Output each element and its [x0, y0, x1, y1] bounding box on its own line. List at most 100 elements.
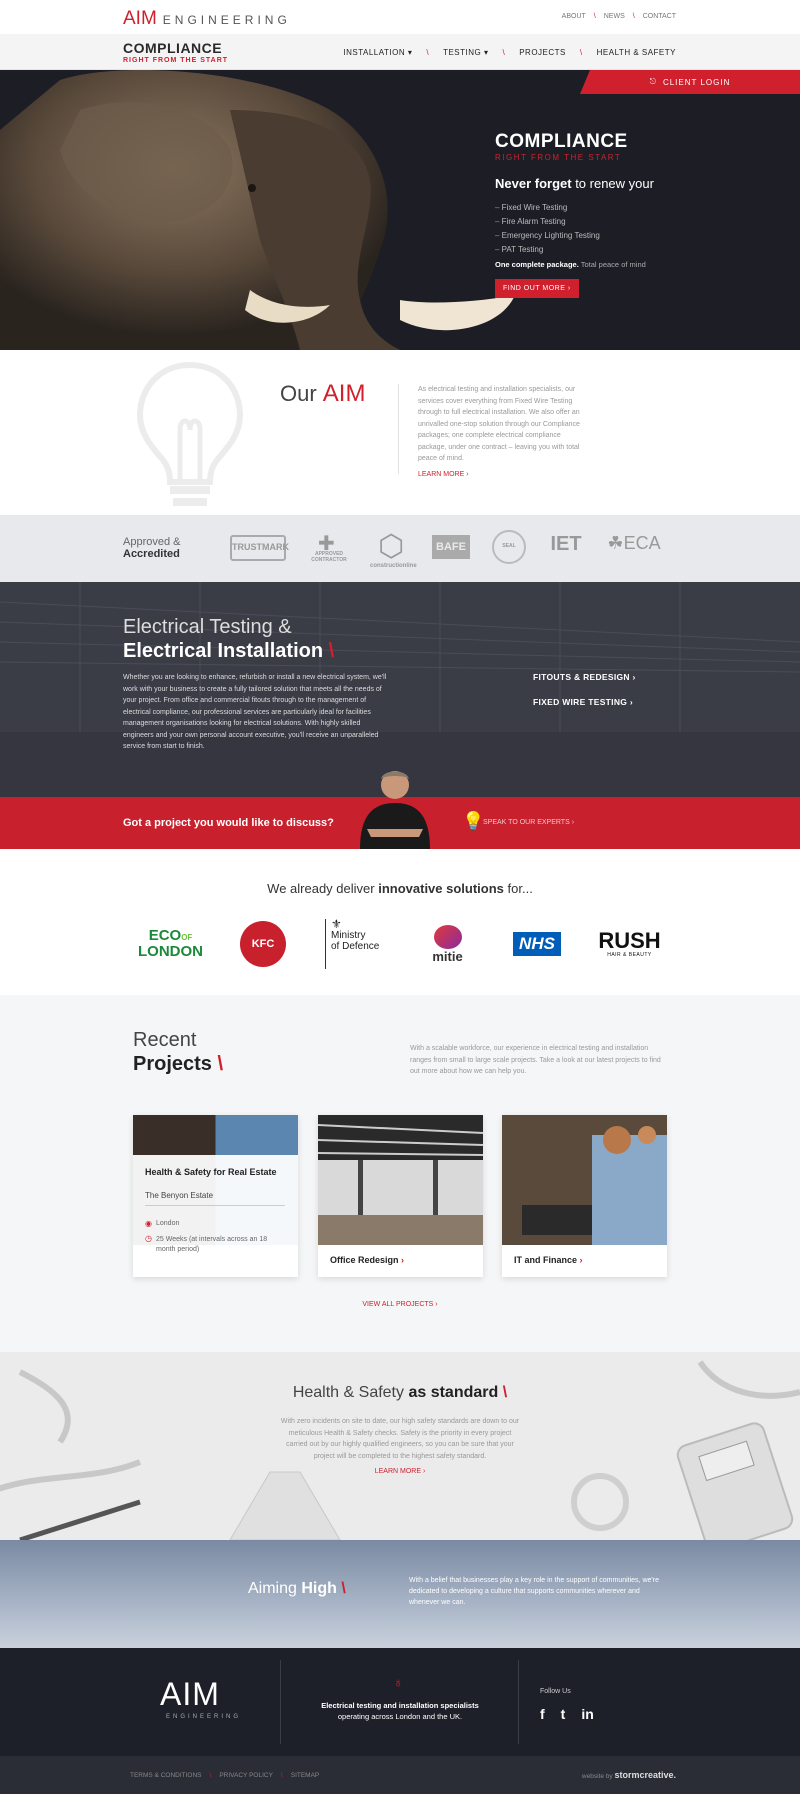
hero-headline: Never forget to renew your: [495, 176, 654, 191]
electrical-title-line2: Electrical Installation \: [123, 640, 335, 662]
nav-item-projects[interactable]: PROJECTS: [519, 48, 566, 57]
health-learn-more-link[interactable]: LEARN MORE ›: [0, 1468, 800, 1475]
fixed-wire-testing-link[interactable]: FIXED WIRE TESTING ›: [533, 697, 633, 707]
bafe-logo: BAFE: [432, 535, 470, 559]
facebook-icon[interactable]: f: [540, 1706, 545, 1722]
lightbulb-icon: [136, 361, 244, 506]
seal-logo: SEAL: [492, 530, 526, 564]
ministry-of-defence-logo: ⚜ Ministry of Defence: [325, 918, 385, 969]
projects-section: Recent Projects \ With a scalable workfo…: [0, 995, 800, 1352]
login-icon: ⎋: [649, 77, 657, 86]
project-image: [502, 1115, 667, 1245]
nav-items: INSTALLATION ▾ \ TESTING ▾ \ PROJECTS \ …: [343, 48, 676, 57]
clients-heading: We already deliver innovative solutions …: [267, 881, 533, 896]
project-card[interactable]: Health & Safety for Real Estate The Beny…: [133, 1115, 298, 1277]
footer: AIM ENGINEERING ♁ Electrical testing and…: [0, 1648, 800, 1756]
project-subtitle: The Benyon Estate: [145, 1191, 214, 1200]
project-title: Office Redesign ›: [330, 1255, 405, 1265]
divider: [398, 384, 399, 474]
health-safety-title: Health & Safety as standard \: [292, 1384, 508, 1401]
our-aim-title: Our AIM: [280, 380, 366, 407]
main-nav: COMPLIANCE RIGHT FROM THE START INSTALLA…: [0, 34, 800, 70]
top-bar: AIM ENGINEERING ABOUT \ NEWS \ CONTACT: [0, 0, 800, 34]
top-link-about[interactable]: ABOUT: [562, 13, 586, 20]
project-image: [318, 1115, 483, 1245]
project-location: London: [156, 1220, 180, 1227]
website-credit[interactable]: website by stormcreative.: [582, 1770, 676, 1780]
terms-link[interactable]: TERMS & CONDITIONS: [130, 1772, 202, 1779]
eca-logo: ☘ECA: [607, 533, 661, 553]
nav-item-testing[interactable]: TESTING ▾: [443, 48, 488, 57]
location-pin-icon: ◉: [145, 1219, 152, 1228]
clients-section: We already deliver innovative solutions …: [0, 849, 800, 995]
aiming-high-title: Aiming High \: [248, 1580, 346, 1597]
hero-brand: COMPLIANCE: [495, 131, 628, 152]
view-all-projects-link[interactable]: VIEW ALL PROJECTS ›: [0, 1301, 800, 1308]
project-card[interactable]: Office Redesign ›: [318, 1115, 483, 1277]
top-link-news[interactable]: NEWS: [604, 13, 625, 20]
accreditations-label: Approved & Accredited: [123, 536, 181, 560]
elephant-image: [0, 70, 515, 350]
page: AIM ENGINEERING ABOUT \ NEWS \ CONTACT CO…: [0, 0, 800, 1794]
hero-banner: ⎋ CLIENT LOGIN COMPLIANCE RIGHT FROM THE…: [0, 70, 800, 350]
discuss-question: Got a project you would like to discuss?: [123, 817, 334, 829]
linkedin-icon[interactable]: in: [581, 1706, 593, 1722]
eco-of-london-logo: ECOOF LONDON: [138, 927, 203, 960]
footer-tagline: Electrical testing and installation spec…: [321, 1701, 479, 1721]
project-title: IT and Finance ›: [514, 1255, 583, 1265]
find-out-more-button[interactable]: FIND OUT MORE ›: [495, 279, 579, 298]
hero-brand-sub: RIGHT FROM THE START: [495, 153, 622, 162]
divider: [518, 1660, 519, 1744]
site-logo[interactable]: AIM ENGINEERING: [123, 8, 291, 30]
list-item: Fixed Wire Testing: [495, 203, 695, 212]
top-links: ABOUT \ NEWS \ CONTACT: [561, 13, 676, 20]
health-safety-section: Health & Safety as standard \ With zero …: [0, 1352, 800, 1540]
clock-icon: ◷: [145, 1234, 152, 1243]
aiming-high-section: Aiming High \ With a belief that busines…: [0, 1540, 800, 1648]
legal-links: TERMS & CONDITIONS \ PRIVACY POLICY \ SI…: [130, 1772, 320, 1779]
electrical-title-line1: Electrical Testing &: [123, 616, 292, 638]
projects-description: With a scalable workforce, our experienc…: [410, 1045, 661, 1075]
project-card[interactable]: IT and Finance ›: [502, 1115, 667, 1277]
approved-contractor-logo: ✚ APPROVED CONTRACTOR: [311, 533, 347, 563]
social-links: f t in: [540, 1706, 594, 1722]
expert-photo: [360, 771, 430, 849]
bottom-bar: TERMS & CONDITIONS \ PRIVACY POLICY \ SI…: [0, 1756, 800, 1794]
lightbulb-icon: 💡: [462, 811, 485, 831]
projects-title-line1: Recent: [133, 1029, 197, 1051]
constructionline-logo: ⬡ constructionline: [370, 530, 417, 569]
iet-logo: IET: [550, 533, 582, 555]
compliance-logo[interactable]: COMPLIANCE RIGHT FROM THE START: [123, 41, 228, 64]
project-duration: 25 Weeks (at intervals across an 18 mont…: [156, 1236, 268, 1253]
client-login-button[interactable]: ⎋ CLIENT LOGIN: [580, 70, 800, 94]
our-aim-text: As electrical testing and installation s…: [418, 386, 580, 462]
divider: [145, 1205, 285, 1206]
rush-logo: RUSH HAIR & BEAUTY: [598, 928, 661, 959]
our-aim-learn-more-link[interactable]: LEARN MORE ›: [418, 471, 469, 478]
electrical-text: Whether you are looking to enhance, refu…: [123, 674, 387, 750]
list-item: Fire Alarm Testing: [495, 217, 695, 226]
trustmark-logo: TRUSTMARK: [230, 535, 289, 561]
kfc-logo: KFC: [238, 919, 288, 969]
our-aim-section: Our AIM As electrical testing and instal…: [0, 350, 800, 515]
list-item: PAT Testing: [495, 245, 695, 254]
health-safety-text: With zero incidents on site to date, our…: [280, 1418, 520, 1460]
projects-title-line2: Projects \: [133, 1053, 224, 1075]
lightbulb-icon: ♁: [393, 1674, 404, 1690]
nhs-logo: NHS: [508, 919, 566, 969]
aiming-high-text: With a belief that businesses play a key…: [409, 1577, 659, 1606]
fitouts-redesign-link[interactable]: FITOUTS & REDESIGN ›: [533, 672, 636, 682]
top-link-contact[interactable]: CONTACT: [643, 13, 676, 20]
twitter-icon[interactable]: t: [561, 1706, 566, 1722]
nav-item-installation[interactable]: INSTALLATION ▾: [343, 48, 412, 57]
privacy-link[interactable]: PRIVACY POLICY: [219, 1772, 273, 1779]
footer-logo-sub: ENGINEERING: [166, 1714, 242, 1720]
divider: [280, 1660, 281, 1744]
mitie-logo: mitie: [420, 919, 475, 969]
project-title: Health & Safety for Real Estate: [145, 1167, 277, 1177]
nav-item-health-safety[interactable]: HEALTH & SAFETY: [597, 48, 676, 57]
sitemap-link[interactable]: SITEMAP: [291, 1772, 320, 1779]
hero-package-text: One complete package. Total peace of min…: [495, 260, 646, 269]
speak-to-experts-link[interactable]: SPEAK TO OUR EXPERTS ›: [483, 819, 574, 826]
footer-logo[interactable]: AIM: [160, 1676, 220, 1713]
